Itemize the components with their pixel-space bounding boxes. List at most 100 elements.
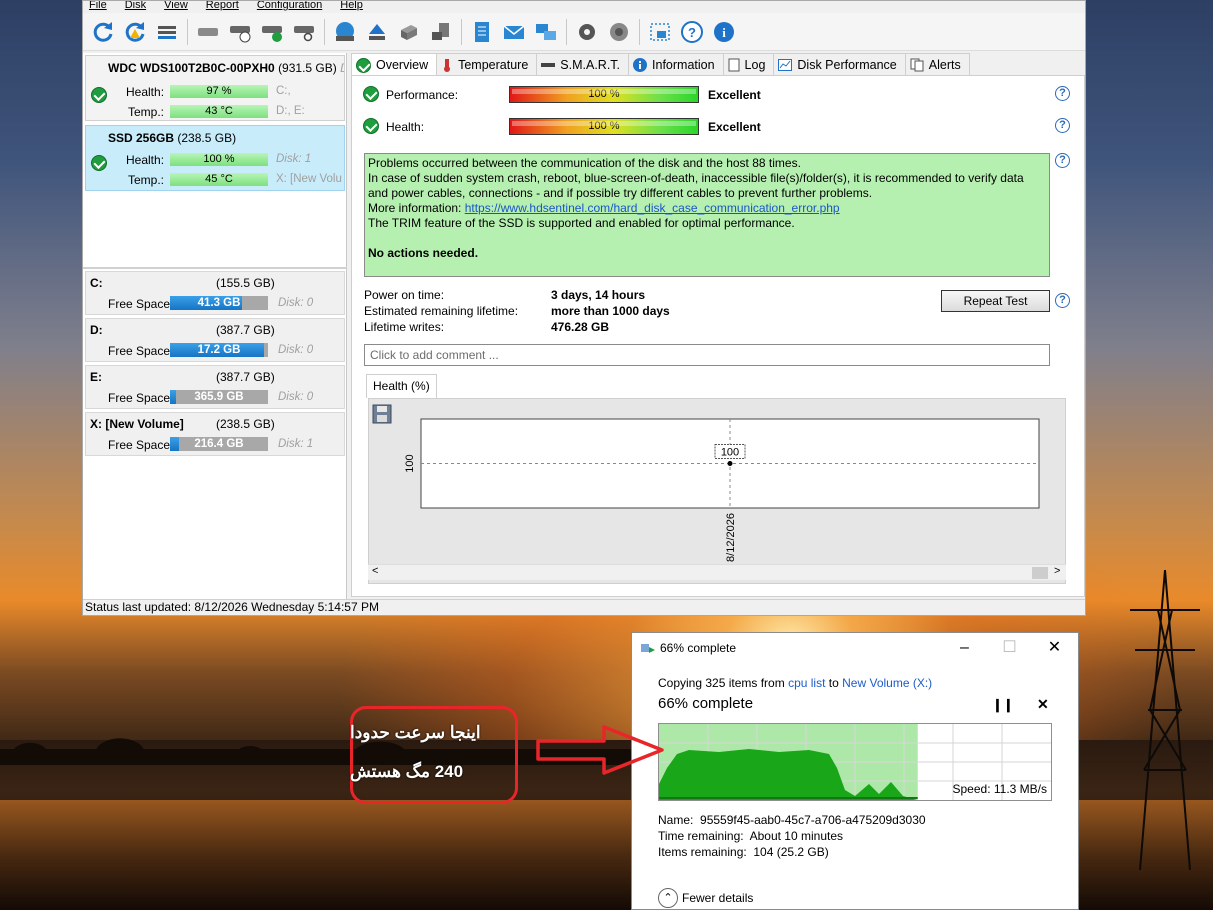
performance-rating: Excellent	[708, 88, 761, 102]
lifetime-writes-label: Lifetime writes:	[364, 320, 445, 334]
help-icon[interactable]: ?	[1055, 86, 1070, 101]
info-icon	[633, 57, 648, 72]
scroll-thumb[interactable]	[1032, 567, 1048, 579]
destination-link[interactable]: New Volume (X:)	[842, 676, 932, 690]
disk-list-icon[interactable]	[153, 18, 181, 46]
refresh-icon[interactable]	[89, 18, 117, 46]
temp-bar: 45 °C	[170, 173, 268, 186]
mail-icon[interactable]	[500, 18, 528, 46]
data-point	[727, 461, 733, 466]
volume-card[interactable]: D: (387.7 GB) Free Space 17.2 GB Disk: 0	[85, 318, 345, 362]
scroll-left-icon[interactable]: <	[372, 565, 378, 577]
free-space-bar: 17.2 GB	[170, 343, 268, 357]
data-label: 100	[721, 447, 739, 459]
gear-icon[interactable]	[573, 18, 601, 46]
copying-summary: Copying 325 items from cpu list to New V…	[658, 676, 932, 690]
remaining-lifetime-value: more than 1000 days	[551, 304, 670, 318]
info-icon[interactable]: i	[710, 18, 738, 46]
refresh-warning-icon[interactable]	[121, 18, 149, 46]
toolbar-separator	[566, 18, 567, 45]
disk-gray-icon[interactable]	[194, 18, 222, 46]
menu-disk[interactable]: Disk	[125, 1, 146, 13]
chevron-up-icon[interactable]: ⌃	[658, 888, 678, 908]
network-disk-icon[interactable]	[427, 18, 455, 46]
free-space-bar: 365.9 GB	[170, 390, 268, 404]
copy-progress-dialog: 66% complete – ☐ ✕ Copying 325 items fro…	[631, 632, 1079, 910]
globe-disk-icon[interactable]	[331, 18, 359, 46]
more-info-line: More information: https://www.hdsentinel…	[368, 201, 1046, 216]
status-bar: Status last updated: 8/12/2026 Wednesday…	[83, 599, 1085, 615]
repeat-test-button[interactable]: Repeat Test	[941, 290, 1050, 312]
chart-tab-health[interactable]: Health (%)	[366, 374, 437, 398]
tab-label: Disk Performance	[797, 57, 897, 72]
to-word: to	[828, 676, 839, 690]
menu-view[interactable]: View	[164, 1, 188, 13]
time-label: Time remaining:	[658, 829, 744, 843]
tab-temperature[interactable]: Temperature	[436, 53, 538, 75]
speaker-icon[interactable]	[605, 18, 633, 46]
disk-check-icon[interactable]	[258, 18, 286, 46]
health-label: Health:	[386, 120, 425, 134]
tab-information[interactable]: Information	[628, 53, 724, 75]
document-icon	[728, 58, 740, 71]
menu-file[interactable]: File	[89, 1, 107, 13]
power-on-value: 3 days, 14 hours	[551, 288, 646, 302]
network-icon[interactable]	[532, 18, 560, 46]
cancel-copy-icon[interactable]: ✕	[1037, 696, 1049, 713]
percent-complete: 66% complete	[658, 695, 754, 712]
disk-clock-icon[interactable]	[226, 18, 254, 46]
maximize-button[interactable]: ☐	[987, 635, 1032, 661]
volume-card[interactable]: C: (155.5 GB) Free Space 41.3 GB Disk: 0	[85, 271, 345, 315]
scroll-right-icon[interactable]: >	[1054, 565, 1060, 577]
check-icon	[91, 155, 107, 171]
help-icon[interactable]: ?	[1055, 118, 1070, 133]
time-value: About 10 minutes	[749, 829, 844, 843]
health-chart-area: 100 100 8/12/2026	[368, 398, 1066, 584]
disk-search-icon[interactable]	[290, 18, 318, 46]
volume-card[interactable]: X: [New Volume] (238.5 GB) Free Space 216.4…	[85, 412, 345, 456]
help-icon[interactable]: ?	[678, 18, 706, 46]
tab-smart[interactable]: S.M.A.R.T.	[536, 53, 630, 75]
copy-icon	[641, 644, 655, 653]
pause-icon[interactable]: ❙❙	[992, 697, 1014, 713]
items-value: 104 (25.2 GB)	[753, 845, 829, 859]
tab-label: Information	[652, 57, 715, 72]
performance-label: Performance:	[386, 88, 459, 102]
fewer-details-button[interactable]: Fewer details	[682, 891, 753, 905]
menu-help[interactable]: Help	[340, 1, 363, 13]
annotation-line-2: 240 مگ هستش	[350, 762, 464, 781]
comment-input[interactable]: Click to add comment ...	[364, 344, 1050, 366]
panel-divider	[83, 267, 347, 269]
source-link[interactable]: cpu list	[788, 676, 825, 690]
tab-disk-performance[interactable]: Disk Performance	[773, 53, 906, 75]
tab-alerts[interactable]: Alerts	[904, 53, 970, 75]
free-space-value: 17.2 GB	[197, 344, 241, 356]
disk-card-wdc[interactable]: WDC WDS100T2B0C-00PXH0 (931.5 GB) Di Hea…	[85, 55, 345, 121]
help-icon[interactable]: ?	[1055, 153, 1070, 168]
free-space-label: Free Space	[108, 391, 171, 405]
health-extra: C:,	[276, 85, 291, 97]
tab-label: Temperature	[458, 57, 529, 72]
report-icon[interactable]	[468, 18, 496, 46]
menu-report[interactable]: Report	[206, 1, 239, 13]
disk-card-ssd[interactable]: SSD 256GB (238.5 GB) Health: 100 % Disk:…	[85, 125, 345, 191]
health-bar: 100 %	[170, 153, 268, 166]
more-info-link[interactable]: https://www.hdsentinel.com/hard_disk_cas…	[465, 201, 840, 215]
disk-size: (931.5 GB)	[278, 61, 337, 75]
eject-icon[interactable]	[363, 18, 391, 46]
tab-log[interactable]: Log	[722, 53, 775, 75]
free-space-label: Free Space	[108, 438, 171, 452]
volume-card[interactable]: E: (387.7 GB) Free Space 365.9 GB Disk: 0	[85, 365, 345, 409]
help-icon[interactable]: ?	[1055, 293, 1070, 308]
disk-title: WDC WDS100T2B0C-00PXH0 (931.5 GB) Di	[108, 61, 344, 75]
close-button[interactable]: ✕	[1032, 635, 1077, 661]
chart-scrollbar[interactable]: < >	[368, 564, 1066, 580]
performance-bar: 100 %	[509, 86, 699, 103]
server-icon[interactable]	[395, 18, 423, 46]
screenshot-icon[interactable]	[646, 18, 674, 46]
disk-name: WDC WDS100T2B0C-00PXH0	[108, 61, 275, 75]
tab-bar: Overview Temperature S.M.A.R.T. Informat…	[351, 53, 970, 76]
tab-overview[interactable]: Overview	[351, 53, 438, 76]
minimize-button[interactable]: –	[942, 635, 987, 661]
menu-configuration[interactable]: Configuration	[257, 1, 322, 13]
